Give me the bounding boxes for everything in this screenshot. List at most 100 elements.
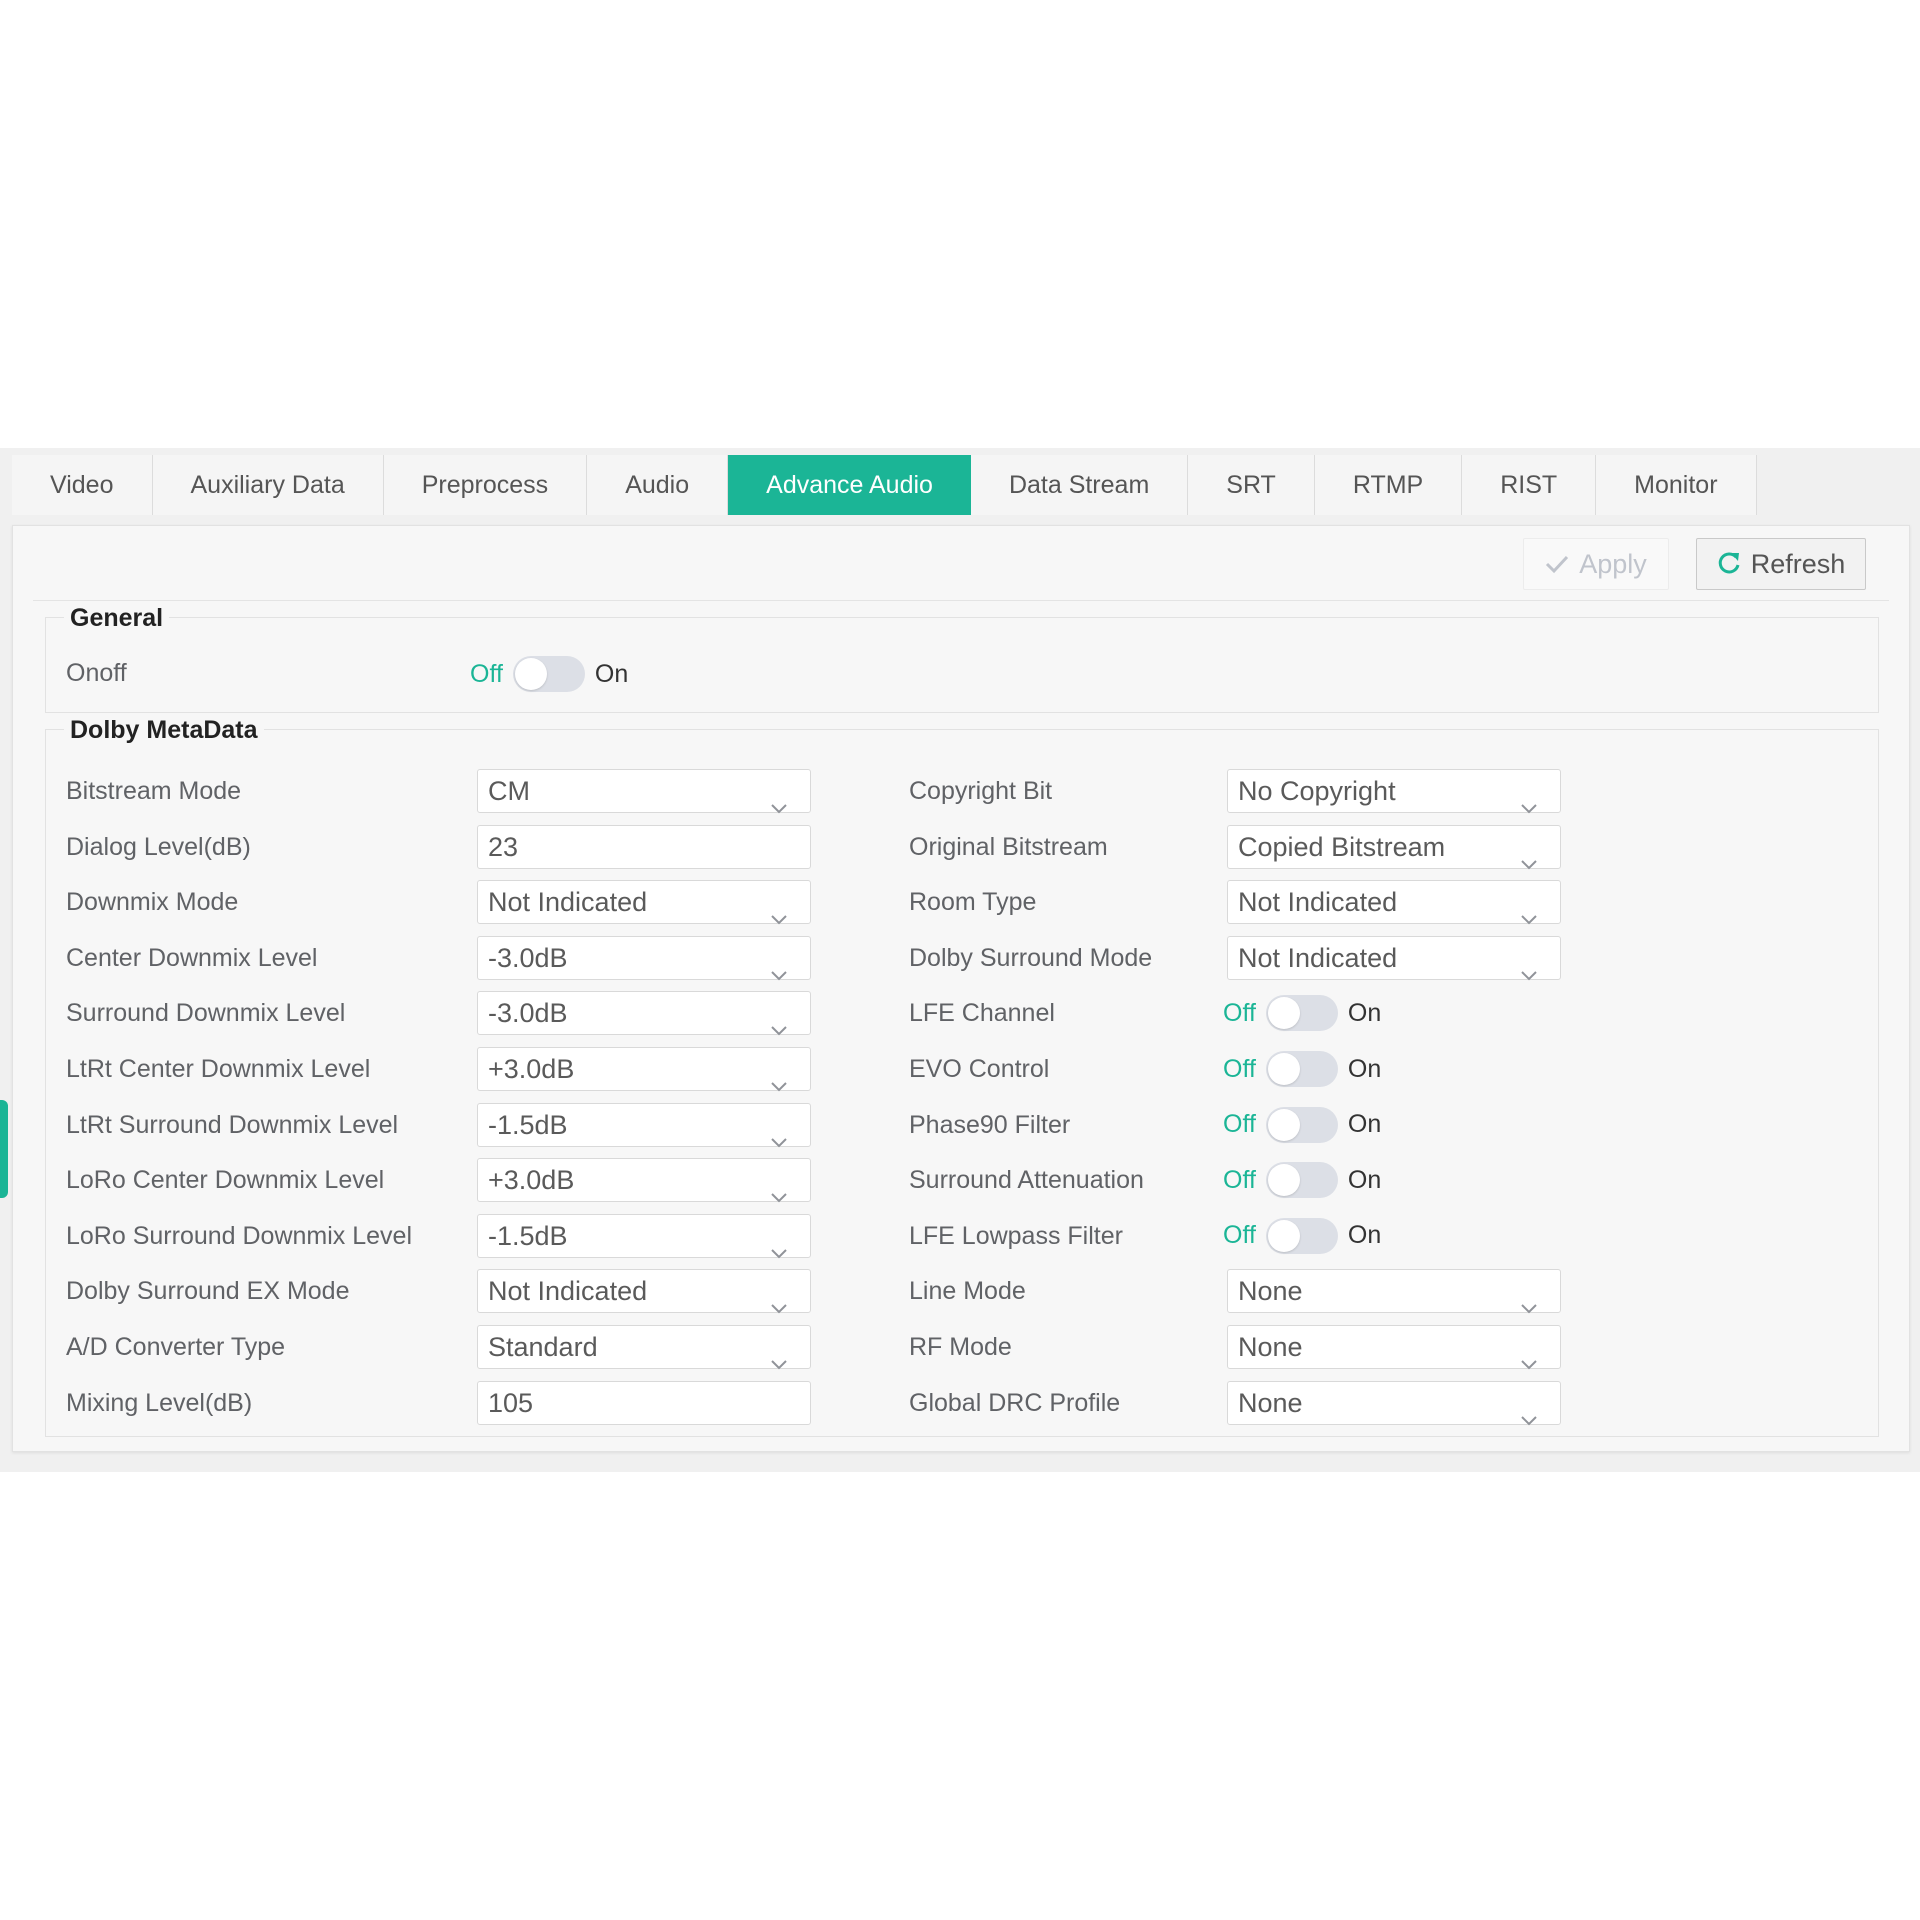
switch-off-label: Off bbox=[1223, 1054, 1256, 1083]
lfe-channel-label: LFE Channel bbox=[909, 999, 1055, 1028]
original-bitstream-select[interactable]: Copied Bitstream bbox=[1227, 824, 1561, 870]
a-d-converter-type-select[interactable]: Standard bbox=[477, 1325, 811, 1370]
switch-knob bbox=[1267, 1108, 1300, 1141]
switch-track[interactable] bbox=[1265, 1162, 1338, 1199]
chevron-down-icon bbox=[1520, 896, 1538, 938]
phase90-filter-switch[interactable]: Off On bbox=[1223, 1103, 1381, 1147]
dolby-surround-ex-mode-select[interactable]: Not Indicated bbox=[477, 1269, 811, 1314]
rf-mode-label: RF Mode bbox=[909, 1333, 1012, 1361]
global-drc-profile-select[interactable]: None bbox=[1227, 1380, 1561, 1426]
switch-knob bbox=[1267, 1219, 1300, 1252]
switch-track[interactable] bbox=[1265, 1051, 1338, 1087]
tab-preprocess[interactable]: Preprocess bbox=[383, 455, 588, 515]
switch-on-label: On bbox=[1347, 1165, 1382, 1194]
room-type-select[interactable]: Not Indicated bbox=[1227, 880, 1561, 925]
ltrt-surround-downmix-level-label: LtRt Surround Downmix Level bbox=[66, 1110, 399, 1139]
mixing-level-db-input[interactable]: 105 bbox=[477, 1380, 811, 1425]
copyright-bit-label: Copyright Bit bbox=[909, 777, 1053, 805]
chevron-down-icon bbox=[1520, 952, 1538, 994]
chevron-down-icon bbox=[770, 896, 788, 938]
tab-srt[interactable]: SRT bbox=[1188, 455, 1315, 515]
switch-track[interactable] bbox=[1265, 1106, 1338, 1143]
chevron-down-icon bbox=[770, 1007, 788, 1049]
dolby-surround-mode-label: Dolby Surround Mode bbox=[909, 943, 1153, 972]
chevron-down-icon bbox=[770, 1341, 788, 1383]
chevron-down-icon bbox=[1520, 1285, 1538, 1327]
surround-attenuation-switch[interactable]: Off On bbox=[1223, 1158, 1381, 1202]
dialog-level-db-label: Dialog Level(dB) bbox=[66, 832, 251, 861]
loro-center-downmix-level-select[interactable]: +3.0dB bbox=[477, 1158, 811, 1203]
global-drc-profile-value: None bbox=[1238, 1387, 1303, 1418]
switch-knob bbox=[1267, 1164, 1300, 1197]
switch-on-label: On bbox=[1347, 1054, 1382, 1083]
loro-surround-downmix-level-select[interactable]: -1.5dB bbox=[477, 1213, 811, 1259]
tab-auxiliary-data[interactable]: Auxiliary Data bbox=[152, 455, 384, 515]
loro-surround-downmix-level-label: LoRo Surround Downmix Level bbox=[66, 1221, 413, 1250]
line-mode-value: None bbox=[1238, 1276, 1303, 1307]
a-d-converter-type-label: A/D Converter Type bbox=[66, 1333, 286, 1361]
evo-control-switch[interactable]: Off On bbox=[1223, 1047, 1381, 1091]
center-downmix-level-label: Center Downmix Level bbox=[66, 943, 318, 972]
tab-rist[interactable]: RIST bbox=[1462, 455, 1597, 515]
chevron-down-icon bbox=[770, 1285, 788, 1327]
switch-off-label: Off bbox=[470, 659, 503, 688]
dialog-level-db-input[interactable]: 23 bbox=[477, 824, 811, 869]
dolby-surround-mode-value: Not Indicated bbox=[1238, 942, 1398, 973]
bitstream-mode-label: Bitstream Mode bbox=[66, 777, 242, 805]
tab-advance-audio[interactable]: Advance Audio bbox=[728, 455, 971, 515]
rf-mode-select[interactable]: None bbox=[1227, 1325, 1561, 1370]
switch-knob bbox=[1267, 1053, 1300, 1085]
line-mode-select[interactable]: None bbox=[1227, 1269, 1561, 1314]
tab-audio[interactable]: Audio bbox=[587, 455, 729, 515]
switch-track[interactable] bbox=[1265, 995, 1338, 1032]
general-title: General bbox=[64, 604, 170, 632]
refresh-label: Refresh bbox=[1750, 548, 1846, 579]
switch-off-label: Off bbox=[1223, 1165, 1256, 1194]
lfe-lowpass-filter-label: LFE Lowpass Filter bbox=[909, 1221, 1123, 1250]
dolby-title: Dolby MetaData bbox=[64, 716, 264, 744]
copyright-bit-select[interactable]: No Copyright bbox=[1227, 769, 1561, 814]
switch-off-label: Off bbox=[1223, 1110, 1256, 1139]
refresh-button[interactable]: Refresh bbox=[1696, 538, 1866, 590]
switch-track[interactable] bbox=[1265, 1217, 1338, 1254]
switch-off-label: Off bbox=[1223, 1221, 1256, 1250]
surround-attenuation-label: Surround Attenuation bbox=[909, 1166, 1144, 1195]
chevron-down-icon bbox=[770, 1230, 788, 1272]
surround-downmix-level-select[interactable]: -3.0dB bbox=[477, 991, 811, 1036]
lfe-channel-switch[interactable]: Off On bbox=[1223, 991, 1381, 1035]
chevron-down-icon bbox=[770, 952, 788, 994]
original-bitstream-value: Copied Bitstream bbox=[1238, 831, 1446, 862]
switch-on-label: On bbox=[1347, 1110, 1382, 1139]
tab-video[interactable]: Video bbox=[12, 455, 153, 515]
center-downmix-level-value: -3.0dB bbox=[488, 942, 568, 973]
settings-panel: Apply Refresh General Onoff Off On Dolby… bbox=[12, 525, 1910, 1452]
bitstream-mode-select[interactable]: CM bbox=[477, 769, 811, 814]
side-collapse-handle[interactable] bbox=[0, 1100, 8, 1198]
loro-center-downmix-level-label: LoRo Center Downmix Level bbox=[66, 1166, 385, 1195]
chevron-down-icon bbox=[1520, 1341, 1538, 1383]
onoff-switch[interactable]: Off On bbox=[470, 652, 628, 696]
ltrt-center-downmix-level-select[interactable]: +3.0dB bbox=[477, 1047, 811, 1092]
room-type-label: Room Type bbox=[909, 888, 1037, 917]
onoff-label: Onoff bbox=[66, 659, 127, 687]
switch-on-label: On bbox=[1347, 998, 1382, 1027]
loro-surround-downmix-level-value: -1.5dB bbox=[488, 1220, 568, 1251]
ltrt-surround-downmix-level-select[interactable]: -1.5dB bbox=[477, 1102, 811, 1148]
phase90-filter-label: Phase90 Filter bbox=[909, 1110, 1071, 1139]
tab-data-stream[interactable]: Data Stream bbox=[970, 455, 1189, 515]
a-d-converter-type-value: Standard bbox=[488, 1332, 598, 1362]
chevron-down-icon bbox=[770, 1119, 788, 1161]
copyright-bit-value: No Copyright bbox=[1238, 776, 1396, 806]
chevron-down-icon bbox=[770, 1063, 788, 1105]
ltrt-surround-downmix-level-value: -1.5dB bbox=[488, 1109, 568, 1140]
apply-button[interactable]: Apply bbox=[1523, 538, 1669, 590]
lfe-lowpass-filter-switch[interactable]: Off On bbox=[1223, 1214, 1381, 1258]
downmix-mode-select[interactable]: Not Indicated bbox=[477, 880, 811, 925]
downmix-mode-label: Downmix Mode bbox=[66, 888, 239, 917]
switch-knob bbox=[1267, 997, 1300, 1030]
tab-monitor[interactable]: Monitor bbox=[1596, 455, 1757, 515]
dolby-surround-mode-select[interactable]: Not Indicated bbox=[1227, 935, 1561, 981]
switch-track[interactable] bbox=[512, 656, 585, 692]
tab-rtmp[interactable]: RTMP bbox=[1314, 455, 1463, 515]
center-downmix-level-select[interactable]: -3.0dB bbox=[477, 935, 811, 981]
